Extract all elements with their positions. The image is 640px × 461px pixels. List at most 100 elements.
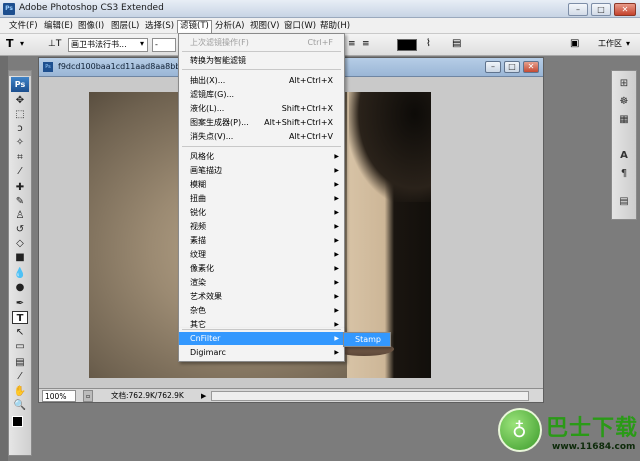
blur-tool-icon[interactable]: 💧: [12, 267, 28, 280]
menu-item-digimarc[interactable]: Digimarc ▶: [179, 346, 344, 359]
eraser-tool-icon[interactable]: ◇: [12, 237, 28, 250]
chevron-down-icon[interactable]: ▾: [20, 38, 24, 52]
menu-view[interactable]: 视图(V): [248, 20, 281, 33]
rectangle-tool-icon[interactable]: ▭: [12, 340, 28, 353]
foreground-color-swatch[interactable]: [12, 416, 23, 427]
gradient-tool-icon[interactable]: ■: [12, 251, 28, 264]
chevron-down-icon[interactable]: ▾: [626, 38, 630, 52]
watermark-url: www.11684.com: [552, 442, 636, 452]
text-color-swatch[interactable]: [397, 39, 417, 51]
hand-tool-icon[interactable]: ✋: [12, 385, 28, 398]
clone-stamp-icon[interactable]: ♙: [12, 209, 28, 222]
menu-bar: 文件(F) 编辑(E) 图像(I) 图层(L) 选择(S) 滤镜(T) 分析(A…: [0, 18, 640, 34]
path-selection-icon[interactable]: ↖: [12, 326, 28, 339]
menu-item-vanishing-point[interactable]: 消失点(V)... Alt+Ctrl+V: [179, 130, 344, 143]
camera-icon[interactable]: ▣: [570, 38, 579, 52]
warp-text-icon[interactable]: ⌇: [426, 38, 431, 52]
font-style-field[interactable]: -: [152, 38, 176, 52]
character-panel-icon[interactable]: ▤: [452, 38, 461, 52]
crop-tool-icon[interactable]: ⌗: [12, 151, 28, 164]
filter-menu: 上次滤镜操作(F) Ctrl+F 转换为智能滤镜 抽出(X)... Alt+Ctrl…: [178, 33, 345, 329]
character-panel-icon[interactable]: A: [616, 149, 632, 163]
portrait-hair: [349, 92, 431, 202]
cnfilter-submenu: Stamp: [343, 332, 391, 347]
menu-select[interactable]: 选择(S): [143, 20, 176, 33]
menu-item-blur[interactable]: 模糊 ▶: [179, 178, 344, 191]
color-panel-icon[interactable]: ☸: [616, 95, 632, 109]
doc-close-button[interactable]: ✕: [523, 61, 539, 73]
menu-filter[interactable]: 滤镜(T): [177, 20, 212, 33]
notes-tool-icon[interactable]: ▤: [12, 356, 28, 369]
menu-item-texture[interactable]: 纹理 ▶: [179, 248, 344, 261]
menu-item-extract[interactable]: 抽出(X)... Alt+Ctrl+X: [179, 74, 344, 87]
menu-item-video[interactable]: 视频 ▶: [179, 220, 344, 233]
zoom-tool-icon[interactable]: 🔍: [12, 399, 28, 412]
menu-item-convert-smart[interactable]: 转换为智能滤镜: [179, 54, 344, 67]
minimize-button[interactable]: –: [568, 3, 588, 16]
menu-item-sketch[interactable]: 素描 ▶: [179, 234, 344, 247]
status-menu-arrow-icon[interactable]: ▶: [201, 390, 206, 402]
left-dock: [0, 56, 8, 461]
menu-edit[interactable]: 编辑(E): [42, 20, 75, 33]
menu-item-pixelate[interactable]: 像素化 ▶: [179, 262, 344, 275]
menu-image[interactable]: 图像(I): [76, 20, 106, 33]
doc-minimize-button[interactable]: –: [485, 61, 501, 73]
menu-item-liquify[interactable]: 液化(L)... Shift+Ctrl+X: [179, 102, 344, 115]
eyedropper-icon[interactable]: ⁄: [12, 370, 28, 383]
close-button[interactable]: ✕: [614, 3, 636, 16]
align-center-icon[interactable]: ≡: [348, 38, 356, 52]
toolbox-grip[interactable]: [9, 71, 31, 76]
doc-maximize-button[interactable]: □: [504, 61, 520, 73]
status-bar: 100% ▫ 文档:762.9K/762.9K ▶: [39, 388, 543, 402]
paragraph-panel-icon[interactable]: ¶: [616, 167, 632, 181]
menu-item-render[interactable]: 渲染 ▶: [179, 276, 344, 289]
menu-item-distort[interactable]: 扭曲 ▶: [179, 192, 344, 205]
menu-analysis[interactable]: 分析(A): [213, 20, 246, 33]
navigator-icon[interactable]: ⊞: [616, 77, 632, 91]
menu-item-last-filter[interactable]: 上次滤镜操作(F) Ctrl+F: [179, 36, 344, 49]
align-right-icon[interactable]: ≡: [362, 38, 370, 52]
menu-item-artistic[interactable]: 艺术效果 ▶: [179, 290, 344, 303]
maximize-button[interactable]: □: [591, 3, 611, 16]
horizontal-scrollbar[interactable]: [211, 391, 529, 401]
status-info-icon[interactable]: ▫: [83, 390, 93, 402]
text-orientation-icon[interactable]: ⊥T: [48, 38, 61, 52]
workspace-menu[interactable]: 工作区: [598, 38, 622, 52]
window-title: Adobe Photoshop CS3 Extended: [19, 3, 164, 13]
zoom-field[interactable]: 100%: [42, 390, 76, 402]
menu-item-sharpen[interactable]: 锐化 ▶: [179, 206, 344, 219]
font-family-field[interactable]: 画卫书法行书...: [68, 38, 148, 52]
brush-tool-icon[interactable]: ✎: [12, 195, 28, 208]
watermark-circle-icon: ♁: [498, 408, 542, 452]
slice-tool-icon[interactable]: ⁄: [12, 165, 28, 178]
menu-layer[interactable]: 图层(L): [109, 20, 141, 33]
chevron-down-icon[interactable]: ▾: [140, 38, 144, 52]
lasso-tool-icon[interactable]: ↄ: [12, 122, 28, 135]
marquee-tool-icon[interactable]: ⬚: [12, 108, 28, 121]
history-brush-icon[interactable]: ↺: [12, 223, 28, 236]
menu-help[interactable]: 帮助(H): [318, 20, 352, 33]
magic-wand-icon[interactable]: ✧: [12, 136, 28, 149]
move-tool-icon[interactable]: ✥: [12, 94, 28, 107]
type-tool-preset-icon[interactable]: T: [6, 38, 14, 52]
healing-brush-icon[interactable]: ✚: [12, 181, 28, 194]
menu-item-filter-gallery[interactable]: 滤镜库(G)...: [179, 88, 344, 101]
layers-panel-icon[interactable]: ▤: [616, 195, 632, 209]
submenu-item-stamp[interactable]: Stamp: [344, 333, 390, 346]
filter-menu-plugins: CnFilter ▶ Digimarc ▶: [178, 328, 345, 362]
menu-item-stylize[interactable]: 风格化 ▶: [179, 150, 344, 163]
styles-panel-icon[interactable]: ▦: [616, 113, 632, 127]
watermark-name: 巴士下载: [546, 416, 639, 441]
menu-window[interactable]: 窗口(W): [282, 20, 318, 33]
photoshop-app-icon: Ps: [3, 3, 15, 15]
menu-item-pattern-maker[interactable]: 图案生成器(P)... Alt+Shift+Ctrl+X: [179, 116, 344, 129]
dodge-tool-icon[interactable]: ●: [12, 281, 28, 294]
menu-file[interactable]: 文件(F): [7, 20, 40, 33]
toolbox: Ps ✥ ⬚ ↄ ✧ ⌗ ⁄ ✚ ✎ ♙ ↺ ◇ ■ 💧 ● ✒ T ↖ ▭ ▤…: [8, 70, 32, 456]
pen-tool-icon[interactable]: ✒: [12, 297, 28, 310]
menu-item-cnfilter[interactable]: CnFilter ▶: [179, 332, 344, 345]
watermark-logo: ♁ 巴士下载 www.11684.com: [498, 408, 640, 461]
menu-item-brush-strokes[interactable]: 画笔描边 ▶: [179, 164, 344, 177]
type-tool-icon[interactable]: T: [12, 311, 28, 324]
menu-item-noise[interactable]: 杂色 ▶: [179, 304, 344, 317]
